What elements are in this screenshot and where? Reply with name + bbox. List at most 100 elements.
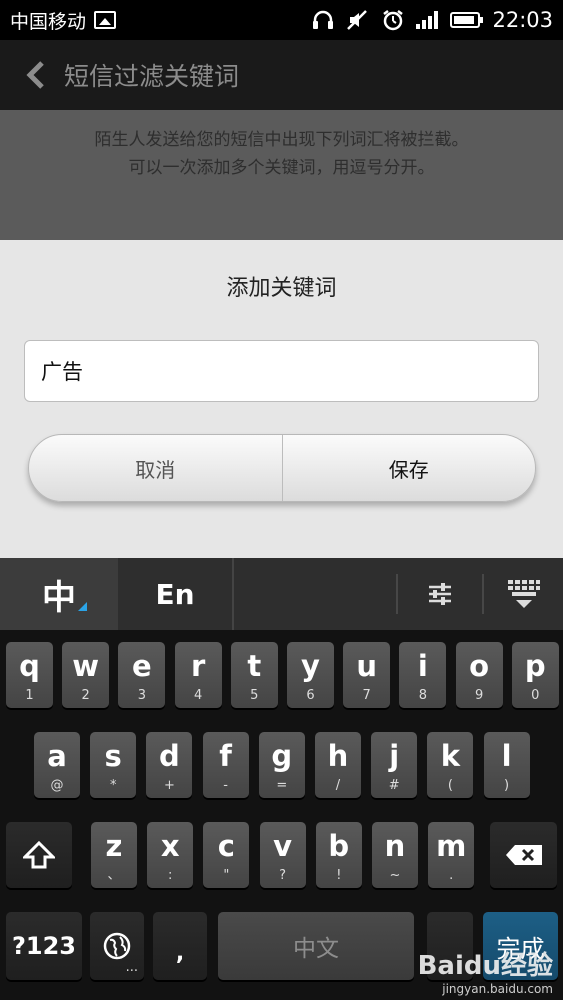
key-f[interactable]: f-: [202, 732, 249, 798]
key-main-label: f: [219, 739, 232, 773]
key-s[interactable]: s *: [90, 732, 137, 798]
key-v[interactable]: v?: [259, 822, 306, 888]
title-bar: 短信过滤关键词: [0, 40, 563, 110]
key-c[interactable]: c ": [203, 822, 250, 888]
key-main-label: u: [356, 649, 378, 683]
key-sub-label: !: [336, 868, 342, 883]
key-d[interactable]: d +: [146, 732, 193, 798]
key-o[interactable]: o9: [455, 642, 503, 708]
key-a[interactable]: a @: [34, 732, 80, 798]
key-main-label: q: [19, 649, 40, 683]
dialog-title: 添加关键词: [226, 276, 337, 301]
key-sub-label: *: [109, 778, 117, 793]
key-k[interactable]: k(: [427, 732, 474, 798]
key-sub-label: ): [504, 778, 510, 793]
key-main-label: b: [328, 829, 350, 863]
key-j[interactable]: j #: [371, 732, 418, 798]
lang-english-tab[interactable]: En: [118, 558, 234, 630]
key-main-label: s: [104, 739, 122, 773]
key-sub-label: 、: [107, 868, 121, 883]
key-main-label: m: [436, 829, 467, 863]
key-main-label: j: [389, 739, 400, 773]
key-sub-label: 7: [362, 688, 371, 703]
dialog-button-group: 取消 保存: [28, 434, 536, 502]
shift-key[interactable]: [6, 822, 72, 888]
key-main-label: t: [247, 649, 262, 683]
key-main-label: h: [327, 739, 349, 773]
key-main-label: i: [417, 649, 428, 683]
key-main-label: y: [301, 649, 320, 683]
watermark-logo: Baidu经验: [417, 951, 553, 981]
key-e[interactable]: e3: [118, 642, 166, 708]
status-time: 22:03: [492, 8, 553, 32]
key-p[interactable]: p0: [511, 642, 559, 708]
key-r[interactable]: r4: [174, 642, 222, 708]
key-main-label: d: [159, 739, 180, 773]
globe-key[interactable]: ...: [90, 912, 144, 980]
alarm-icon: [383, 10, 404, 31]
backspace-key[interactable]: [490, 822, 557, 888]
key-main-label: n: [384, 829, 406, 863]
key-h[interactable]: h /: [315, 732, 361, 798]
key-sub-label: @: [50, 778, 64, 793]
description-line-1: 陌生人发送给您的短信中出现下列词汇将被拦截。: [94, 130, 469, 150]
key-main-label: o: [469, 649, 490, 683]
lang-chinese-tab[interactable]: 中: [0, 558, 118, 630]
keyword-input[interactable]: [24, 340, 539, 402]
description-line-2: 可以一次添加多个关键词，用逗号分开。: [128, 158, 435, 178]
key-main-label: g: [271, 739, 293, 773]
key-sub-label: 4: [193, 688, 203, 703]
key-sub-label: -: [223, 778, 228, 793]
back-chevron-icon[interactable]: [10, 40, 60, 110]
key-sub-label: 2: [81, 688, 90, 703]
key-sub-label: =: [276, 778, 288, 793]
comma-key-label: ,: [175, 940, 185, 966]
mute-icon: [347, 10, 368, 30]
key-sub-label: 3: [137, 688, 147, 703]
globe-key-sub: ...: [125, 960, 138, 975]
key-main-label: w: [72, 649, 100, 683]
key-sub-label: #: [388, 778, 400, 793]
key-m[interactable]: m.: [428, 822, 475, 888]
symbols-key[interactable]: ?123: [6, 912, 82, 980]
keyboard-toolbar: 中 En: [0, 558, 563, 630]
key-sub-label: 0: [531, 688, 540, 703]
key-n[interactable]: n ~: [372, 822, 418, 888]
backspace-icon: [490, 822, 557, 888]
key-b[interactable]: b!: [315, 822, 362, 888]
key-i[interactable]: i8: [399, 642, 447, 708]
key-sub-label: 8: [418, 688, 428, 703]
baidu-watermark: Baidu经验 jingyan.baidu.com: [418, 945, 553, 996]
key-g[interactable]: g =: [258, 732, 305, 798]
key-sub-label: 5: [250, 688, 259, 703]
keyboard-hide-icon[interactable]: [488, 558, 560, 630]
key-y[interactable]: y6: [287, 642, 334, 708]
key-main-label: e: [132, 649, 152, 683]
key-u[interactable]: u7: [343, 642, 391, 708]
space-key[interactable]: 中文: [218, 912, 414, 980]
comma-key[interactable]: ,: [153, 912, 207, 980]
key-l[interactable]: l): [483, 732, 530, 798]
save-button[interactable]: 保存: [283, 435, 536, 501]
watermark-url: jingyan.baidu.com: [442, 982, 553, 996]
toolbar-divider: [396, 574, 398, 614]
key-t[interactable]: t5: [230, 642, 278, 708]
cancel-button[interactable]: 取消: [29, 435, 283, 501]
key-main-label: a: [47, 739, 67, 773]
image-icon: [94, 11, 117, 29]
key-q[interactable]: q1: [6, 642, 53, 708]
keyboard-settings-icon[interactable]: [404, 558, 476, 630]
key-sub-label: :: [167, 868, 173, 883]
key-sub-label: +: [163, 778, 175, 793]
key-sub-label: .: [449, 868, 454, 883]
key-main-label: v: [273, 829, 293, 863]
shift-icon: [6, 822, 72, 888]
key-z[interactable]: z、: [91, 822, 137, 888]
key-sub-label: (: [447, 778, 453, 793]
key-w[interactable]: w2: [62, 642, 110, 708]
key-x[interactable]: x:: [147, 822, 194, 888]
battery-icon: [450, 12, 484, 28]
key-sub-label: 9: [474, 688, 484, 703]
key-main-label: c: [217, 829, 235, 863]
key-sub-label: 1: [25, 688, 34, 703]
